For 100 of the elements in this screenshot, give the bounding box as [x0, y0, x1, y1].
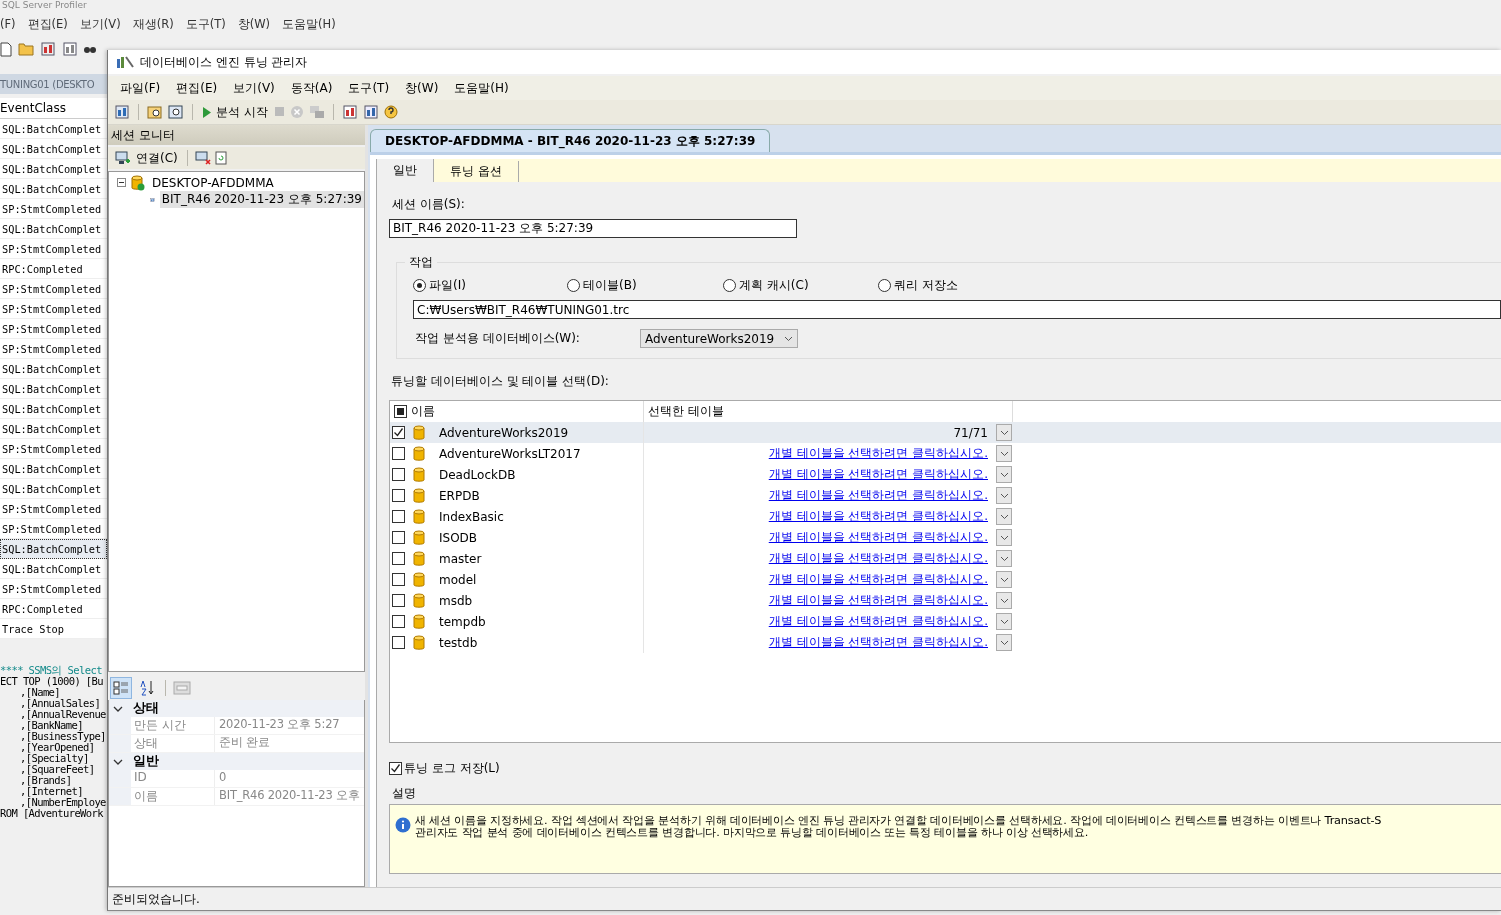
document-tab[interactable]: DESKTOP-AFDDMMA - BIT_R46 2020-11-23 오후 5:27:39 [370, 129, 771, 152]
disconnect-icon[interactable] [194, 151, 211, 165]
menu-item[interactable]: (F) [0, 17, 19, 31]
radio-button[interactable] [878, 279, 891, 292]
menu-item[interactable]: 편집(E) [24, 16, 71, 32]
menu-item[interactable]: 도움말(H) [452, 79, 511, 97]
checkbox[interactable] [392, 426, 405, 439]
new-file-icon[interactable] [0, 41, 12, 57]
open-icon[interactable] [147, 104, 163, 120]
dropdown-button[interactable] [996, 424, 1012, 441]
search-icon[interactable] [168, 104, 184, 120]
checkbox[interactable] [392, 489, 405, 502]
dropdown-button[interactable] [996, 445, 1012, 462]
checkbox[interactable] [392, 594, 405, 607]
dropdown-button[interactable] [996, 550, 1012, 567]
radio-button[interactable] [413, 279, 426, 292]
workload-path-field[interactable]: C:₩Users₩BIT_R46₩TUNING01.trc [413, 300, 1501, 319]
binoculars-icon[interactable] [84, 44, 96, 54]
menu-item[interactable]: 보기(V) [76, 16, 124, 32]
select-tables-link[interactable]: 개별 테이블을 선택하려면 클릭하십시오. [768, 508, 988, 525]
radio-option[interactable]: 쿼리 저장소 [878, 277, 1501, 294]
section-label: 설명 [392, 785, 417, 802]
refresh-icon[interactable] [214, 151, 227, 165]
menu-item[interactable]: 도구(T) [182, 16, 229, 32]
tree-item[interactable]: DESKTOP-AFDDMMA [150, 175, 276, 190]
radio-option[interactable]: 계획 캐시(C) [723, 277, 878, 294]
menu-item[interactable]: 파일(F) [118, 79, 163, 97]
select-tables-link[interactable]: 개별 테이블을 선택하려면 클릭하십시오. [768, 613, 988, 630]
chevron-down-icon[interactable] [113, 758, 123, 765]
collapse-icon[interactable] [117, 178, 126, 187]
select-tables-link[interactable]: 개별 테이블을 선택하려면 클릭하십시오. [768, 487, 988, 504]
sql-line: ,[BusinessType] [20, 731, 106, 742]
select-tables-link[interactable]: 개별 테이블을 선택하려면 클릭하십시오. [768, 466, 988, 483]
checkbox[interactable] [392, 447, 405, 460]
select-tables-link[interactable]: 개별 테이블을 선택하려면 클릭하십시오. [768, 592, 988, 609]
menu-item[interactable]: 창(W) [403, 79, 441, 97]
column-header[interactable]: EventClass [0, 98, 107, 119]
dropdown-button[interactable] [996, 592, 1012, 609]
checkbox[interactable] [392, 510, 405, 523]
chevron-down-icon [999, 618, 1009, 625]
checkbox[interactable] [392, 615, 405, 628]
select-tables-link[interactable]: 개별 테이블을 선택하려면 클릭하십시오. [768, 634, 988, 651]
checkbox[interactable] [392, 636, 405, 649]
database-row[interactable]: AdventureWorks2019 71/71 [390, 422, 1501, 443]
dropdown-button[interactable] [996, 634, 1012, 651]
dropdown-button[interactable] [996, 466, 1012, 483]
dropdown-button[interactable] [996, 571, 1012, 588]
checkbox[interactable] [392, 468, 405, 481]
select-tables-link[interactable]: 개별 테이블을 선택하려면 클릭하십시오. [768, 445, 988, 462]
database-name: testdb [439, 635, 478, 650]
menu-item[interactable]: 보기(V) [231, 79, 277, 97]
tab[interactable]: 일반 [377, 159, 434, 182]
new-session-icon[interactable] [114, 104, 130, 120]
categorized-button[interactable] [110, 677, 132, 699]
database-icon [413, 613, 425, 630]
menu-item[interactable]: 동작(A) [288, 79, 335, 97]
dropdown-button[interactable] [996, 613, 1012, 630]
checkbox[interactable] [392, 573, 405, 586]
help-icon[interactable] [383, 105, 398, 119]
checkbox[interactable] [392, 552, 405, 565]
menu-item[interactable]: 도움말(H) [279, 16, 339, 32]
dropdown-button[interactable] [996, 529, 1012, 546]
radio-button[interactable] [567, 279, 580, 292]
pane-title: 세션 모니터 [111, 126, 175, 144]
sql-line: ,[BankName] [20, 720, 83, 731]
radio-option[interactable]: 테이블(B) [567, 277, 723, 294]
sql-line: ,[SquareFeet] [20, 764, 95, 775]
save-log-option[interactable]: 튜닝 로그 저장(L) [389, 760, 1501, 777]
trace-tab[interactable]: TUNING01 (DESKTO [0, 74, 107, 94]
property-value: 2020-11-23 오후 5:27 [218, 717, 341, 733]
event-row[interactable]: SQL:BatchComplet [0, 539, 107, 559]
checkbox[interactable] [392, 531, 405, 544]
dropdown-button[interactable] [996, 508, 1012, 525]
menu-item[interactable]: 도구(T) [346, 79, 392, 97]
database-dropdown[interactable]: AdventureWorks2019 [640, 329, 798, 348]
menu-item[interactable]: 편집(E) [174, 79, 220, 97]
dropdown-button[interactable] [996, 487, 1012, 504]
menu-item[interactable]: 창(W) [234, 16, 273, 32]
server-icon [131, 174, 145, 191]
tree-item[interactable]: BIT_R46 2020-11-23 오후 5:27:39 [159, 191, 364, 208]
select-tables-link[interactable]: 개별 테이블을 선택하려면 클릭하십시오. [768, 529, 988, 546]
chevron-down-icon[interactable] [113, 705, 123, 712]
sql-line: ,[Name] [20, 687, 61, 698]
select-tables-link[interactable]: 개별 테이블을 선택하려면 클릭하십시오. [768, 550, 988, 567]
checkbox[interactable] [389, 762, 402, 775]
folder-icon[interactable] [18, 42, 34, 56]
category-label: 일반 [133, 753, 159, 770]
radio-option[interactable]: 파일(I) [413, 277, 567, 294]
radio-button[interactable] [723, 279, 736, 292]
chevron-down-icon [999, 492, 1009, 499]
select-tables-link[interactable]: 개별 테이블을 선택하려면 클릭하십시오. [768, 571, 988, 588]
database-name: model [439, 572, 477, 587]
sql-line: ,[Brands] [20, 775, 72, 786]
session-name-field[interactable]: BIT_R46 2020-11-23 오후 5:27:39 [389, 219, 797, 238]
select-all-checkbox[interactable] [394, 405, 407, 418]
tuning-app-icon [116, 55, 134, 69]
menu-item[interactable]: 재생(R) [129, 16, 177, 32]
start-analysis-button[interactable]: 분석 시작 [201, 103, 270, 121]
database-icon [413, 466, 425, 483]
database-name: IndexBasic [439, 509, 504, 524]
